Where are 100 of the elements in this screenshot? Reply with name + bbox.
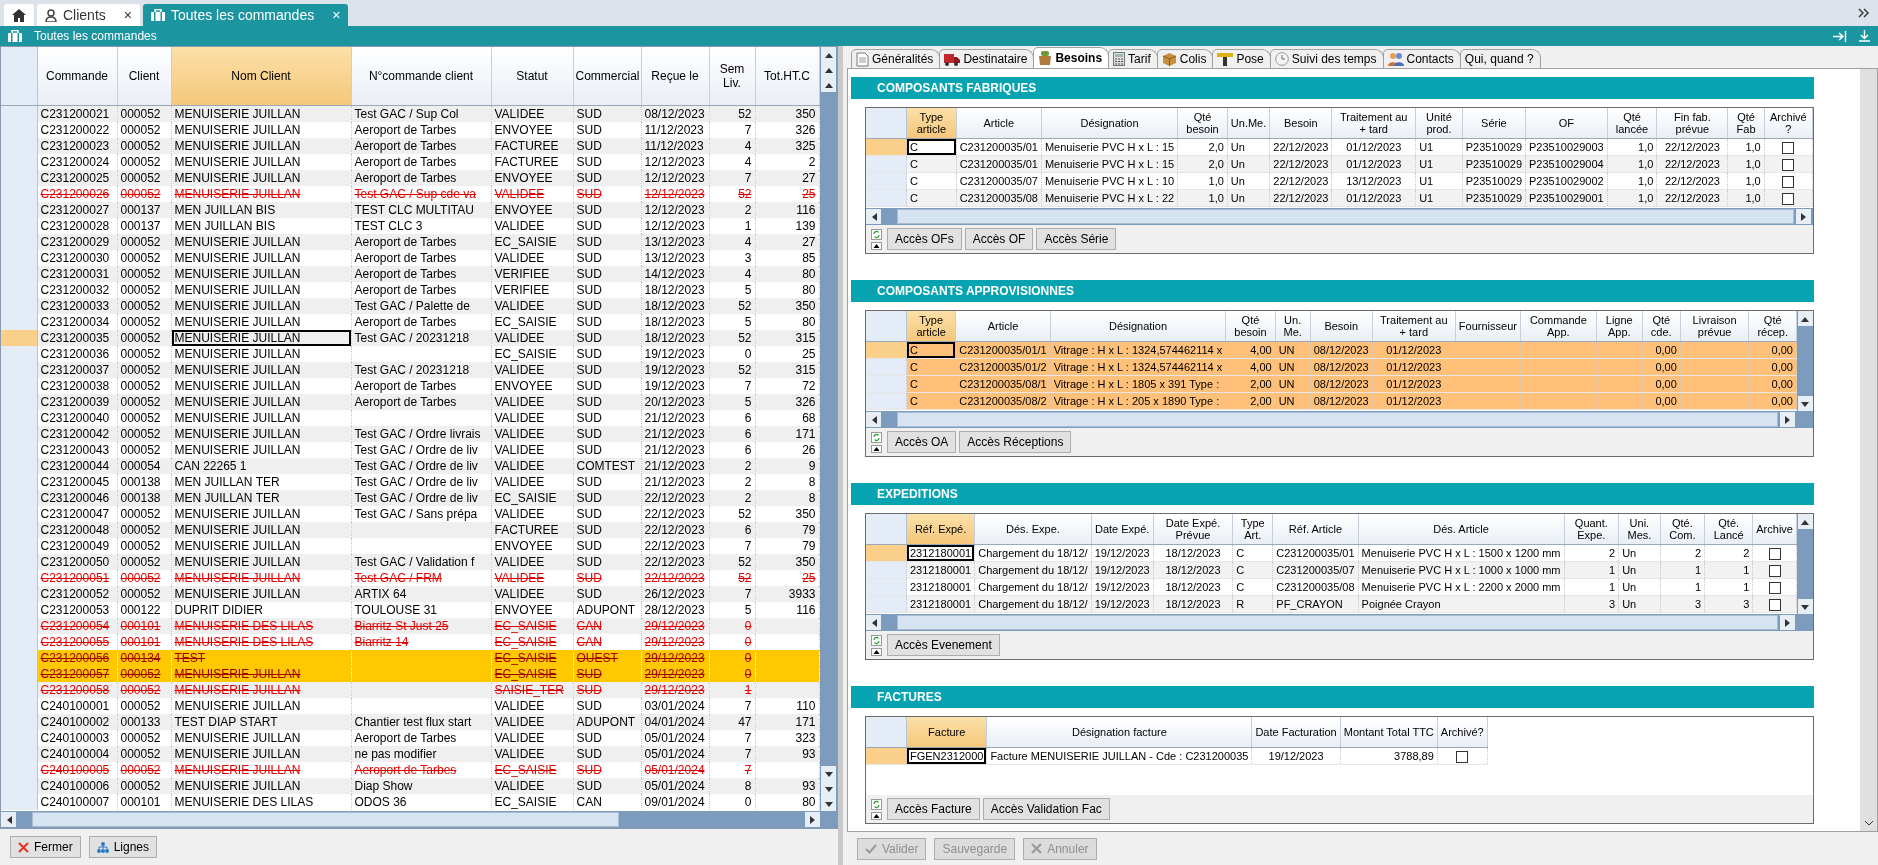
column-header[interactable]: Un.Me. [1227,108,1270,139]
column-header[interactable]: Un. Me. [1275,311,1311,342]
refresh-icon[interactable] [871,431,882,443]
column-header[interactable]: Qté cde. [1642,311,1681,342]
column-header[interactable]: Type Art. [1232,514,1273,545]
collapse-icon[interactable] [871,811,882,820]
table-row[interactable]: C231200046 000138 MEN JUILLAN TER Test GAC / Ordre de liv EC_SAISIE SUD 22/12/2023 2 8 [1,490,819,506]
home-icon[interactable] [12,8,26,22]
checkbox[interactable] [1768,565,1781,578]
table-row[interactable]: C231200023 000052 MENUISERIE JUILLAN Aeroport de Tarbes FACTUREE SUD 11/12/2023 4 325 [1,138,819,154]
column-header[interactable]: Archive [1752,514,1797,545]
column-header[interactable]: Qté. Lancé [1704,514,1753,545]
table-row[interactable]: C231200031 000052 MENUISERIE JUILLAN Aeroport de Tarbes VERIFIEE SUD 14/12/2023 4 80 [1,266,819,282]
row-header[interactable] [1,314,37,330]
column-header[interactable]: Date Expé. Prévue [1153,514,1233,545]
table-row[interactable]: C231200035 000052 MENUISERIE JUILLAN Test GAC / 20231218 VALIDEE SUD 18/12/2023 52 315 [1,330,819,346]
column-header[interactable]: Archivé ? [1764,108,1813,139]
collapse-icon[interactable] [871,647,882,656]
action-button[interactable]: Accès OFs [887,228,962,250]
table-row[interactable]: C231200037 000052 MENUISERIE JUILLAN Test GAC / 20231218 VALIDEE SUD 19/12/2023 52 315 [1,362,819,378]
table-row[interactable]: C231200027 000137 MEN JUILLAN BIS TEST CLC MULTITAU ENVOYEE SUD 12/12/2023 2 116 [1,202,819,218]
download-icon[interactable] [1859,30,1870,42]
table-row[interactable]: C240100002 000133 TEST DIAP START Chantier test flux start VALIDEE ADUPONT 04/01/2024 47 171 [1,714,819,730]
table-row[interactable]: C240100004 000052 MENUISERIE JUILLAN ne pas modifier VALIDEE SUD 05/01/2024 7 93 [1,746,819,762]
table-row[interactable]: C231200043 000052 MENUISERIE JUILLAN Test GAC / Ordre de liv VALIDEE SUD 21/12/2023 6 26 [1,442,819,458]
action-button[interactable]: Accès OF [964,228,1034,250]
column-header[interactable]: Article [956,108,1042,139]
table-row[interactable]: C231200022 000052 MENUISERIE JUILLAN Aeroport de Tarbes ENVOYEE SUD 11/12/2023 7 326 [1,122,819,138]
column-header[interactable]: Fournisseur [1455,311,1521,342]
close-button[interactable]: Fermer [10,836,81,858]
column-header[interactable]: Traitement au + tard [1372,311,1456,342]
table-row[interactable]: C231200054 000101 MENUISERIE DES LILAS Biarritz St Just 25 EC_SAISIE CAN 29/12/2023 0 [1,618,819,634]
table-row[interactable]: C231200040 000052 MENUISERIE JUILLAN VALIDEE SUD 21/12/2023 6 68 [1,410,819,426]
column-header[interactable]: Désignation facture [986,717,1252,748]
horizontal-scrollbar[interactable] [866,208,1813,225]
table-row[interactable]: C231200025 000052 MENUISERIE JUILLAN Aeroport de Tarbes ENVOYEE SUD 12/12/2023 7 27 [1,170,819,186]
home-tab[interactable] [4,4,34,26]
close-icon[interactable]: × [123,7,132,23]
column-header[interactable]: Qté lancée [1607,108,1657,139]
column-header[interactable]: Quant. Expe. [1564,514,1619,545]
checkbox[interactable] [1456,751,1469,764]
column-header[interactable]: Qté. Com. [1660,514,1705,545]
column-header[interactable]: Date Facturation [1251,717,1341,748]
tab[interactable]: Contacts [1382,49,1461,68]
column-header[interactable]: Besoin [1310,311,1373,342]
table-row[interactable]: C231200053 000122 DUPRIT DIDIER TOULOUSE 31 ENVOYEE ADUPONT 28/12/2023 5 116 [1,602,819,618]
action-button[interactable]: Accès OA [887,431,957,453]
column-header[interactable]: Qté besoin [1225,311,1276,342]
chevrons-icon[interactable] [1858,8,1870,18]
column-header[interactable]: Dés. Expe. [974,514,1092,545]
column-header[interactable]: Désignation [1050,311,1226,342]
column-header[interactable]: Fin fab. prévue [1656,108,1728,139]
column-header[interactable]: Ligne App. [1596,311,1643,342]
close-icon[interactable]: × [332,7,341,23]
column-header[interactable]: Sem Liv. [709,47,755,106]
table-row[interactable]: C240100006 000052 MENUISERIE JUILLAN Diap Show VALIDEE SUD 05/01/2024 8 93 [1,778,819,794]
collapse-icon[interactable] [871,241,882,250]
tab[interactable]: Toutes les commandes × [143,4,349,26]
collapse-icon[interactable] [871,444,882,453]
column-header[interactable]: Dés. Article [1358,514,1564,545]
tab[interactable]: Généralités [851,49,941,68]
corner-cell[interactable] [866,108,907,139]
checkbox[interactable] [1782,142,1795,155]
table-row[interactable]: C231200032 000052 MENUISERIE JUILLAN Aeroport de Tarbes VERIFIEE SUD 18/12/2023 5 80 [1,282,819,298]
column-header[interactable]: Désignation [1041,108,1178,139]
column-header[interactable]: Archivé? [1437,717,1488,748]
table-row[interactable]: C240100003 000052 MENUISERIE JUILLAN Aeroport de Tarbes VALIDEE SUD 05/01/2024 7 323 [1,730,819,746]
table-row[interactable]: C240100007 000101 MENUISERIE DES LILAS ODOS 36 EC_SAISIE CAN 09/01/2024 0 80 [1,794,819,810]
checkbox[interactable] [1782,193,1795,206]
horizontal-scrollbar[interactable] [1,811,837,828]
column-header[interactable]: Type article [906,311,956,342]
column-header[interactable]: Qté besoin [1177,108,1228,139]
table-row[interactable]: C231200044 000054 CAN 22265 1 Test GAC / Ordre de liv VALIDEE COMTEST 21/12/2023 2 9 [1,458,819,474]
corner-cell[interactable] [866,717,907,748]
table-row[interactable]: C231200052 000052 MENUISERIE JUILLAN ARTIX 64 VALIDEE SUD 26/12/2023 7 3933 [1,586,819,602]
table-row[interactable]: C231200045 000138 MEN JUILLAN TER Test GAC / Ordre de liv VALIDEE SUD 21/12/2023 2 8 [1,474,819,490]
column-header[interactable]: Besoin [1269,108,1332,139]
refresh-icon[interactable] [871,798,882,810]
corner-cell[interactable] [866,514,907,545]
refresh-icon[interactable] [871,228,882,240]
column-header[interactable]: Article [955,311,1051,342]
column-header[interactable]: Reçue le [641,47,709,106]
tab[interactable]: Suivi des temps [1269,49,1384,68]
table-row[interactable]: C231200033 000052 MENUISERIE JUILLAN Test GAC / Palette de VALIDEE SUD 18/12/2023 52 350 [1,298,819,314]
corner-cell[interactable] [866,311,907,342]
checkbox[interactable] [1768,599,1781,612]
tab[interactable]: Pose [1212,49,1271,68]
column-header[interactable]: OF [1525,108,1608,139]
table-row[interactable]: C231200048 000052 MENUISERIE JUILLAN FACTUREE SUD 22/12/2023 6 79 [1,522,819,538]
column-header[interactable]: Qté Fab [1728,108,1765,139]
vertical-scrollbar[interactable] [820,47,837,811]
vertical-scrollbar[interactable] [1797,311,1813,411]
column-header[interactable]: N°commande client [351,47,491,106]
table-row[interactable]: C231200036 000052 MENUISERIE JUILLAN EC_SAISIE SUD 19/12/2023 0 25 [1,346,819,362]
column-header[interactable]: Commercial [573,47,641,106]
table-row[interactable]: C231200028 000137 MEN JUILLAN BIS TEST CLC 3 VALIDEE SUD 12/12/2023 1 139 [1,218,819,234]
table-row[interactable]: C231200051 000052 MENUISERIE JUILLAN Test GAC / FRM VALIDEE SUD 22/12/2023 52 25 [1,570,819,586]
checkbox[interactable] [1768,582,1781,595]
arrow-to-bar-icon[interactable] [1833,30,1847,42]
row-header[interactable] [1,330,37,346]
